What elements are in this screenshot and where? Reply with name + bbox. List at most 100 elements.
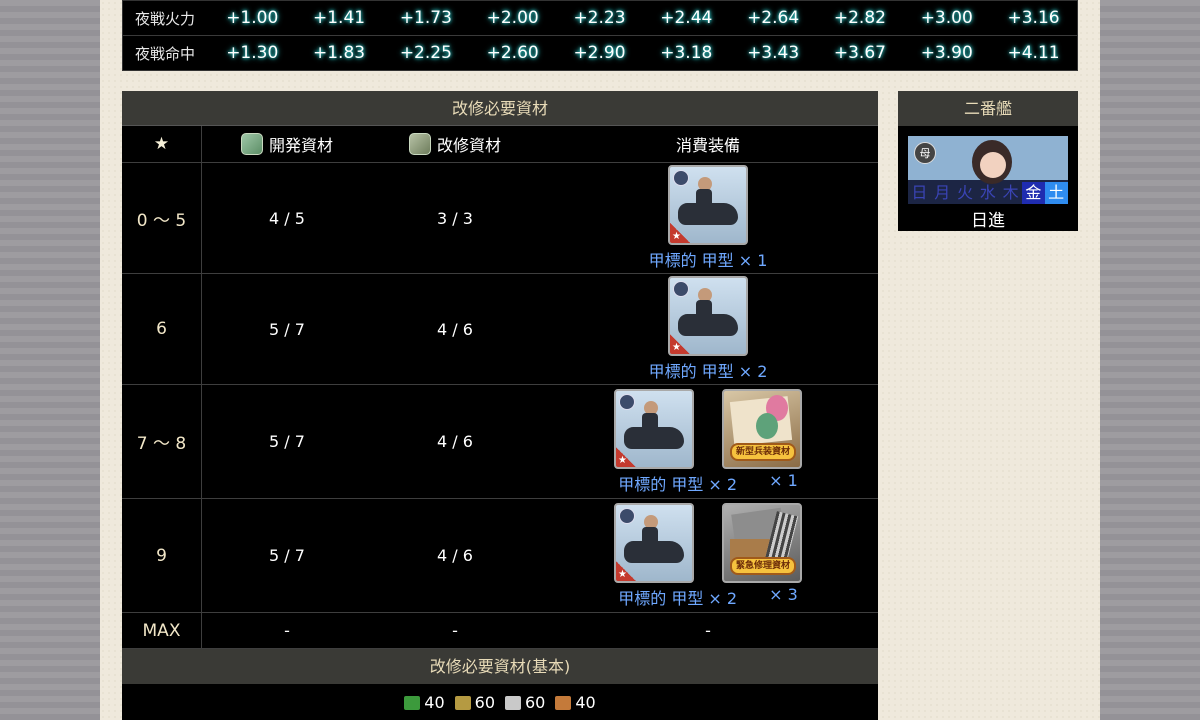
dev-material-cost: 5 / 7	[269, 432, 305, 451]
star-range: 0 ～ 5	[122, 163, 202, 273]
improve-material-cost: -	[452, 621, 458, 640]
day-fri: 金	[1021, 182, 1045, 204]
stat-value: +2.44	[660, 8, 713, 28]
table-row: MAX - - -	[122, 613, 878, 649]
equipment-name-link[interactable]: 甲標的 甲型 × 2	[649, 358, 768, 382]
day-sat: 土	[1044, 182, 1068, 204]
improve-material-column-header: 改修資材	[372, 126, 538, 162]
dev-material-column-header: 開発資材	[202, 126, 372, 162]
bauxite-icon	[555, 696, 572, 710]
table-row: 6 5 / 7 4 / 6 ★ 甲標的 甲型 × 2	[122, 274, 878, 385]
ammo-icon	[454, 696, 471, 710]
steel-icon	[505, 696, 521, 710]
table-row: 9 5 / 7 4 / 6 ★ 緊急修理資材 甲標的 甲型 × 2 × 3	[122, 499, 878, 613]
stat-row-night-accuracy: 夜戦命中 +1.30 +1.83 +2.25 +2.60 +2.90 +3.18…	[123, 36, 1077, 70]
stat-row-night-firepower: 夜戦火力 +1.00 +1.41 +1.73 +2.00 +2.23 +2.44…	[123, 1, 1077, 36]
dev-material-label: 開発資材	[268, 136, 333, 155]
type-a-midget-sub-icon[interactable]: ★	[668, 165, 748, 245]
stat-value: +3.43	[747, 43, 800, 63]
stat-value: +4.11	[1007, 43, 1060, 63]
dev-material-icon	[240, 133, 263, 155]
remodel-requirements-table: 改修必要資材 ★ 開発資材 改修資材 消費装備 0 ～ 5 4 / 5 3 / …	[122, 91, 878, 720]
stat-value: +2.60	[486, 43, 539, 63]
star-range: MAX	[122, 613, 202, 648]
bauxite-resource: 40	[555, 693, 596, 712]
material-quantity: × 1	[769, 470, 798, 490]
type-a-midget-sub-icon[interactable]: ★	[614, 388, 694, 469]
ammo-resource: 60	[454, 693, 495, 712]
stat-value: +3.90	[920, 43, 973, 63]
table-row: 7 ～ 8 5 / 7 4 / 6 ★ 新型兵装資材 甲標的 甲型 × 2 × …	[122, 385, 878, 499]
consumed-equipment-cell: ★ 新型兵装資材 甲標的 甲型 × 2 × 1	[538, 385, 878, 498]
stat-value: +1.00	[226, 8, 279, 28]
stat-value: +2.00	[486, 8, 539, 28]
consumed-equipment-cell: ★ 甲標的 甲型 × 2	[538, 274, 878, 384]
night-battle-stats-table: 夜戦火力 +1.00 +1.41 +1.73 +2.00 +2.23 +2.44…	[122, 0, 1078, 71]
consumed-equipment-cell: ★ 緊急修理資材 甲標的 甲型 × 2 × 3	[538, 499, 878, 612]
remodel-table-title: 改修必要資材	[122, 91, 878, 126]
improve-material-icon	[408, 133, 431, 155]
equipment-name-link[interactable]: 甲標的 甲型 × 2	[618, 585, 737, 609]
stat-value: +2.90	[573, 43, 626, 63]
improve-material-cost: 3 / 3	[437, 208, 473, 228]
right-background-strip	[1100, 0, 1200, 720]
ship-name[interactable]: 日進	[898, 206, 1078, 231]
dev-material-cost: 5 / 7	[269, 546, 305, 565]
remodel-column-headers: ★ 開発資材 改修資材 消費装備	[122, 126, 878, 163]
stat-value: +3.00	[920, 8, 973, 28]
stat-value: +1.41	[313, 8, 366, 28]
second-ship-panel: 二番艦 母 日 月 火 水 木 金 土 日進	[898, 91, 1078, 231]
stat-value: +3.16	[1007, 8, 1060, 28]
type-a-midget-sub-icon[interactable]: ★	[614, 502, 694, 583]
stat-value: +1.30	[226, 43, 279, 63]
improve-material-cost: 4 / 6	[437, 432, 473, 451]
fuel-resource: 40	[404, 693, 445, 712]
stat-value: +2.23	[573, 8, 626, 28]
day-wed: 水	[979, 183, 996, 202]
improve-material-cost: 4 / 6	[437, 546, 473, 565]
improve-material-cost: 4 / 6	[437, 319, 473, 339]
star-range: 7 ～ 8	[122, 385, 202, 498]
consumed-equipment-cell: ★ 甲標的 甲型 × 1	[538, 163, 878, 273]
ship-type-badge: 母	[914, 142, 936, 164]
left-background-strip	[0, 0, 100, 720]
dev-material-cost: 4 / 5	[269, 208, 305, 228]
stat-value: +3.18	[660, 43, 713, 63]
equipment-name-link[interactable]: 甲標的 甲型 × 2	[618, 471, 737, 495]
steel-resource: 60	[505, 693, 545, 712]
stat-value: +2.82	[833, 8, 886, 28]
day-thu: 木	[1002, 183, 1019, 202]
stat-value: +2.64	[747, 8, 800, 28]
fuel-icon	[404, 696, 421, 710]
stat-label: 夜戦火力	[135, 9, 196, 28]
material-badge: 緊急修理資材	[730, 556, 796, 575]
star-column-header: ★	[122, 126, 202, 162]
day-sun: 日	[911, 183, 928, 202]
equipment-name-link[interactable]: 甲標的 甲型 × 1	[649, 247, 768, 271]
material-quantity: × 3	[769, 584, 798, 604]
stat-value: +1.73	[399, 8, 452, 28]
basic-materials-title: 改修必要資材(基本)	[122, 649, 878, 684]
stat-label: 夜戦命中	[135, 44, 196, 63]
day-tue: 火	[956, 183, 973, 202]
type-a-midget-sub-icon[interactable]: ★	[668, 276, 748, 356]
improve-material-label: 改修資材	[436, 136, 501, 155]
stat-value: +2.25	[399, 43, 452, 63]
day-mon: 月	[934, 183, 951, 202]
material-badge: 新型兵装資材	[730, 442, 796, 461]
consumed-equipment-column-header: 消費装備	[675, 136, 740, 155]
second-ship-title: 二番艦	[898, 91, 1078, 126]
weekday-availability: 日 月 火 水 木 金 土	[908, 182, 1068, 204]
dev-material-cost: -	[284, 621, 290, 640]
table-row: 0 ～ 5 4 / 5 3 / 3 ★ 甲標的 甲型 × 1	[122, 163, 878, 274]
emergency-repair-material-icon[interactable]: 緊急修理資材	[722, 502, 802, 583]
new-weapon-material-icon[interactable]: 新型兵装資材	[722, 388, 802, 469]
star-range: 9	[122, 499, 202, 612]
stat-value: +1.83	[313, 43, 366, 63]
ship-banner[interactable]: 母 日 月 火 水 木 金 土	[908, 136, 1068, 204]
star-range: 6	[122, 274, 202, 384]
stat-value: +3.67	[833, 43, 886, 63]
dev-material-cost: 5 / 7	[269, 319, 305, 339]
basic-materials-row: 40 60 60 40	[122, 684, 878, 720]
consumed-equipment-cell: -	[705, 621, 711, 640]
